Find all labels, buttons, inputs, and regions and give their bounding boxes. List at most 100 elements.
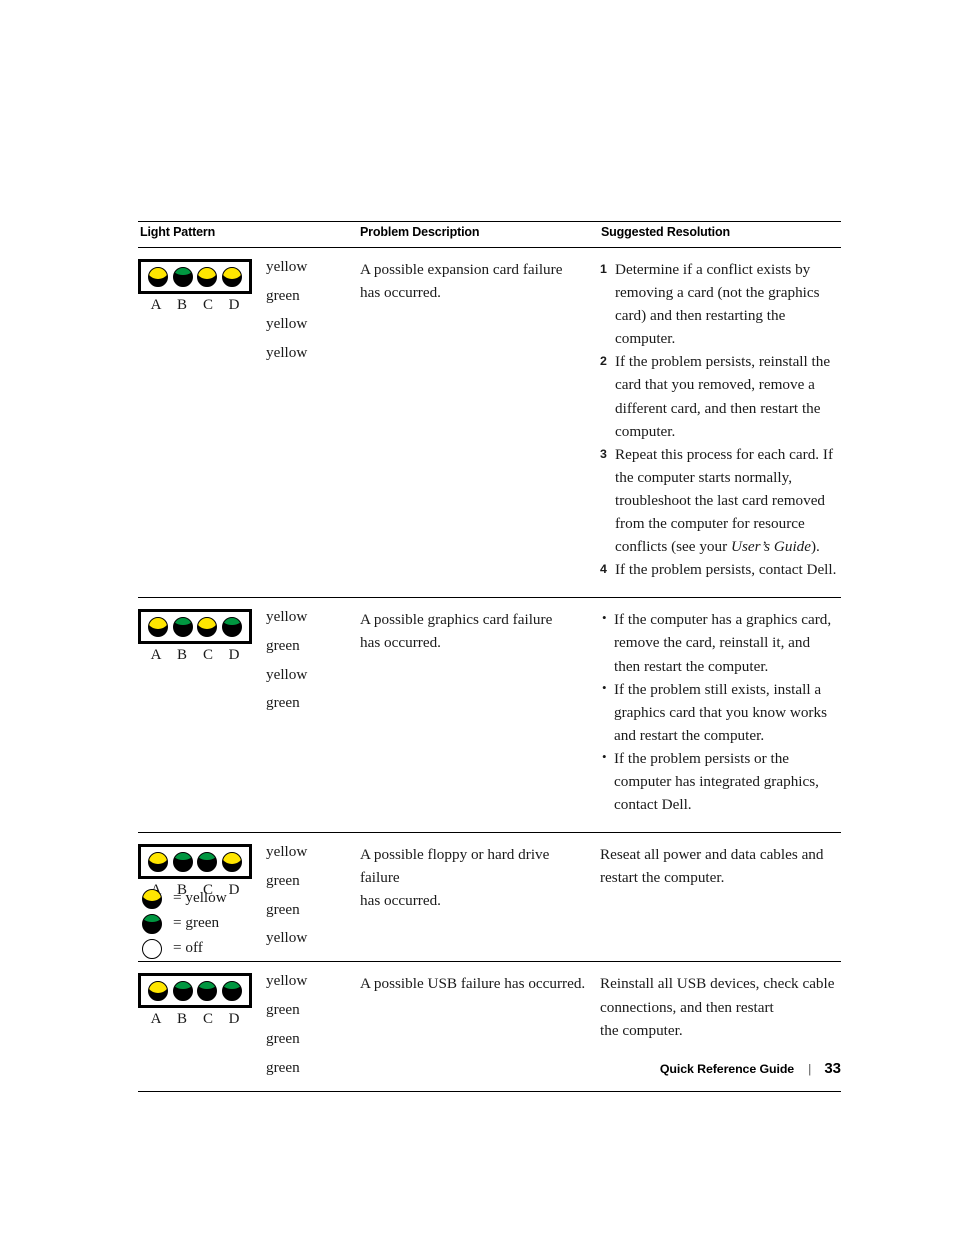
footer-separator: |: [808, 1062, 812, 1076]
led-label: B: [176, 1011, 187, 1028]
led-lens: [198, 617, 217, 629]
led-indicator-b: [172, 266, 193, 287]
led-diagram: ABCD: [138, 259, 252, 315]
step-text-tail: ).: [811, 538, 820, 556]
led-diagram: ABCD: [138, 609, 252, 665]
problem-description-cell: A possible USB failure has occurred.: [360, 961, 600, 1092]
led-color-name: green: [266, 900, 300, 918]
led-color-name: yellow: [266, 929, 308, 947]
light-pattern-table: Light Pattern Problem Description Sugges…: [138, 221, 841, 1092]
led-labels: ABCD: [138, 644, 252, 665]
led-lens: [173, 617, 192, 626]
led-labels: ABCD: [138, 294, 252, 315]
led-indicator-b: [172, 851, 193, 872]
table-header: Light Pattern Problem Description Sugges…: [138, 221, 841, 248]
led-color-name: green: [266, 1029, 300, 1047]
led-indicator-c: [197, 980, 218, 1001]
table-row: ABCDyellowgreengreenyellowA possible flo…: [138, 832, 841, 963]
led-color-name: green: [266, 637, 300, 655]
led-lens: [149, 617, 168, 629]
led-color-name: green: [266, 286, 300, 304]
problem-description-cell: A possible expansion card failure has occ…: [360, 247, 600, 599]
led-lens: [222, 981, 241, 990]
problem-text-line: A possible expansion card failure: [360, 261, 563, 278]
table-row: A B C Dyellow green yellow yellow A possible ex…: [138, 247, 841, 599]
document-page: Light Pattern Problem Description Sugges…: [0, 0, 954, 1235]
led-color-name: yellow: [266, 258, 308, 275]
step-text: Determine if a conflict exists by removi…: [615, 261, 820, 348]
led-label: C: [202, 297, 213, 313]
led-color-list: yellow green yellow yellow: [266, 258, 308, 362]
led-indicator-d: [221, 266, 242, 287]
bullet-dot-icon: •: [602, 679, 607, 695]
resolution-step: 4 If the problem persists, contact Dell.: [600, 558, 839, 581]
led-diagram: ABCD: [138, 973, 252, 1029]
step-text-italic: User’s Guide: [730, 538, 811, 556]
resolution-bullet: • If the problem still exists, install a …: [600, 678, 839, 747]
legend-label: = green: [173, 913, 220, 931]
problem-text-line: A possible floppy or hard drive failure: [360, 846, 550, 887]
problem-text-line: A possible graphics card failure: [360, 611, 553, 629]
led-color-legend: = yellow = green = off: [142, 886, 227, 961]
led-label: A: [150, 1011, 162, 1028]
led-label: B: [176, 297, 187, 313]
resolution-step-list: 1 Determine if a conflict exists by remov…: [600, 258, 839, 581]
diagnostic-light-table: Light Pattern Problem Description Sugges…: [138, 221, 841, 1092]
problem-text-line: has occurred.: [360, 284, 441, 302]
resolution-text-line: Reseat all power and data cables and: [600, 846, 824, 864]
led-color-name: green: [266, 1058, 300, 1076]
led-pattern-group: A B C Dyellow green yellow yellow: [138, 258, 354, 360]
resolution-text-line: restart the computer.: [600, 869, 725, 887]
resolution-step: 2 If the problem persists, reinstall the …: [600, 350, 839, 442]
table-header-row: Light Pattern Problem Description Sugges…: [138, 221, 841, 248]
led-color-list: yellow green green green: [266, 972, 307, 1076]
legend-row: = yellow: [142, 886, 227, 911]
led-panel: [138, 844, 252, 880]
led-pattern-group: A B C Dyellow green green green: [138, 972, 354, 1076]
led-lens: [143, 889, 161, 901]
led-indicator-c: [197, 616, 218, 637]
led-lens: [198, 267, 217, 279]
step-number: 3: [600, 446, 607, 461]
led-color-list: yellow green green yellow: [266, 843, 308, 947]
led-lens: [149, 981, 168, 993]
legend-led-green: [142, 913, 162, 934]
resolution-bullet: • If the computer has a graphics card, re…: [600, 608, 839, 677]
led-label: C: [202, 647, 213, 664]
led-lens: [222, 617, 241, 626]
resolution-step: 3 Repeat this process for each card. If t…: [600, 443, 839, 558]
led-lens: [149, 267, 168, 279]
led-indicator-a: [148, 616, 169, 637]
bullet-text: If the computer has a graphics card, rem…: [614, 611, 832, 675]
led-lens: [149, 852, 168, 864]
suggested-resolution-cell: • If the computer has a graphics card, re…: [600, 597, 841, 834]
page-footer: Quick Reference Guide | 33: [660, 1060, 841, 1077]
led-indicator-b: [172, 980, 193, 1001]
step-text: If the problem persists, contact Dell.: [615, 561, 837, 579]
led-label: C: [202, 1011, 213, 1028]
led-indicator-a: [148, 266, 169, 287]
legend-row: = green: [142, 911, 227, 936]
led-lens: [222, 267, 241, 279]
led-panel: [138, 609, 252, 645]
resolution-text-line: connections, and then restart: [600, 998, 774, 1016]
led-color-name: yellow: [266, 344, 308, 362]
light-pattern-cell: A B C Dyellow green green green: [138, 961, 360, 1092]
legend-row: = off: [142, 936, 227, 961]
resolution-text-line: Reinstall all USB devices, check cable: [600, 975, 835, 993]
step-number: 1: [600, 262, 607, 276]
led-label: D: [228, 1011, 240, 1028]
led-lens: [173, 852, 192, 861]
led-indicator-d: [221, 980, 242, 1001]
led-pattern-group: A B C D yellow green yellow green: [138, 608, 354, 711]
led-indicator-c: [197, 851, 218, 872]
led-label: A: [150, 297, 162, 313]
problem-text-line: has occurred.: [360, 892, 441, 910]
led-color-list: yellow green yellow green: [266, 608, 307, 711]
led-label: D: [228, 297, 240, 313]
legend-label: = yellow: [173, 888, 227, 906]
led-indicator-a: [148, 851, 169, 872]
column-header-problem-description: Problem Description: [360, 221, 600, 248]
step-number: 2: [600, 354, 607, 369]
led-lens: [143, 914, 161, 922]
